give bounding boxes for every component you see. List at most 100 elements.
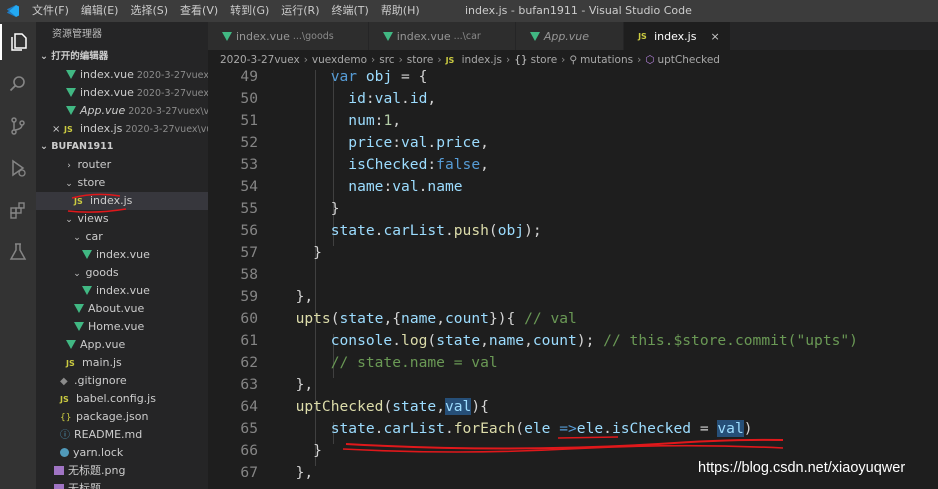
file-item[interactable]: Home.vue xyxy=(36,318,208,336)
folder-item[interactable]: › router xyxy=(36,156,208,174)
code-line[interactable]: 61 console.log(state,name,count); // thi… xyxy=(208,330,938,352)
code-line[interactable]: 56 state.carList.push(obj); xyxy=(208,220,938,242)
line-number: 49 xyxy=(240,70,258,85)
open-editor-item[interactable]: App.vue2020-3-27vuex\vu... xyxy=(36,102,208,120)
file-item[interactable]: JS main.js xyxy=(36,354,208,372)
code-token: , xyxy=(480,134,489,151)
file-item[interactable]: index.vue xyxy=(36,246,208,264)
breadcrumb-item[interactable]: mutations xyxy=(580,54,633,66)
editor-tab[interactable]: index.vue ...\car xyxy=(368,22,516,50)
file-item[interactable]: JS index.js xyxy=(36,192,208,210)
breadcrumb-item[interactable]: index.js xyxy=(462,54,502,66)
menu-item[interactable]: 选择(S) xyxy=(124,0,174,22)
open-editor-item[interactable]: index.vue2020-3-27vuex\... xyxy=(36,84,208,102)
chevron-down-icon: ⌄ xyxy=(40,51,48,62)
open-editor-item[interactable]: index.vue2020-3-27vuex\... xyxy=(36,66,208,84)
breadcrumb-item[interactable]: 2020-3-27vuex xyxy=(220,54,300,66)
code-line[interactable]: 62 // state.name = val xyxy=(208,352,938,374)
breadcrumb-item[interactable]: vuexdemo xyxy=(312,54,367,66)
explorer-icon[interactable] xyxy=(0,24,36,60)
code-text: state.carList.forEach(ele =>ele.isChecke… xyxy=(278,418,753,440)
watermark: https://blog.csdn.net/xiaoyuqwer xyxy=(698,460,906,476)
vue-file-icon xyxy=(82,250,92,259)
js-file-icon: JS xyxy=(60,395,69,404)
code-line[interactable]: 57 } xyxy=(208,242,938,264)
code-line[interactable]: 52 price:val.price, xyxy=(208,132,938,154)
source-control-icon[interactable] xyxy=(0,108,36,144)
code-line[interactable]: 55 } xyxy=(208,198,938,220)
editor-tab[interactable]: App.vue xyxy=(515,22,625,50)
menu-item[interactable]: 帮助(H) xyxy=(375,0,426,22)
code-token: isChecked xyxy=(348,156,428,173)
breadcrumb-item[interactable]: store xyxy=(531,54,558,66)
menu-item[interactable]: 文件(F) xyxy=(26,0,75,22)
editor-tab[interactable]: index.vue ...\goods xyxy=(208,22,369,50)
menu-item[interactable]: 终端(T) xyxy=(326,0,375,22)
breadcrumb-item[interactable]: src xyxy=(379,54,394,66)
breadcrumb-item[interactable]: store xyxy=(407,54,434,66)
code-line[interactable]: 54 name:val.name xyxy=(208,176,938,198)
code-editor[interactable]: 49 var obj = {50 id:val.id, 51 num:1, 52 p… xyxy=(208,70,938,489)
chevron-down-icon: ⌄ xyxy=(73,233,81,243)
file-item[interactable]: ⓘ README.md xyxy=(36,426,208,444)
close-icon[interactable]: × xyxy=(710,30,719,43)
file-item[interactable]: ◆ .gitignore xyxy=(36,372,208,390)
folder-item[interactable]: ⌄ goods xyxy=(36,264,208,282)
code-token: ( xyxy=(427,332,437,349)
open-editors-list: index.vue2020-3-27vuex\...index.vue2020-… xyxy=(36,66,208,138)
file-item[interactable]: index.vue xyxy=(36,282,208,300)
open-editors-header[interactable]: ⌄ 打开的编辑器 xyxy=(36,48,208,66)
code-token: val xyxy=(401,134,428,151)
line-number: 52 xyxy=(240,134,258,151)
code-text: price:val.price, xyxy=(278,132,489,154)
gitignore-file-icon: ◆ xyxy=(60,376,68,387)
menu-item[interactable]: 转到(G) xyxy=(224,0,275,22)
line-number: 63 xyxy=(240,376,258,393)
menu-item[interactable]: 运行(R) xyxy=(275,0,325,22)
extensions-icon[interactable] xyxy=(0,192,36,228)
breadcrumb-item[interactable]: uptChecked xyxy=(657,54,720,66)
code-line[interactable]: 49 var obj = { xyxy=(208,70,938,88)
file-item[interactable]: App.vue xyxy=(36,336,208,354)
code-line[interactable]: 64 uptChecked(state,val){ xyxy=(208,396,938,418)
menu-item[interactable]: 查看(V) xyxy=(174,0,224,22)
file-item[interactable]: {} package.json xyxy=(36,408,208,426)
code-token: : xyxy=(427,156,437,173)
editor-tab[interactable]: JS index.js × xyxy=(624,22,731,50)
file-item[interactable]: JS babel.config.js xyxy=(36,390,208,408)
close-icon[interactable]: × xyxy=(52,121,64,138)
code-token: forEach xyxy=(453,420,516,437)
code-line[interactable]: 60 upts(state,{name,count}){ // val xyxy=(208,308,938,330)
code-text: upts(state,{name,count}){ // val xyxy=(278,308,577,330)
open-editors-label: 打开的编辑器 xyxy=(51,51,109,62)
code-line[interactable]: 66 } xyxy=(208,440,938,462)
vue-file-icon xyxy=(74,322,84,331)
code-line[interactable]: 51 num:1, xyxy=(208,110,938,132)
file-item[interactable]: yarn.lock xyxy=(36,444,208,462)
chevron-right-icon: › xyxy=(67,161,71,171)
folder-item[interactable]: ⌄ car xyxy=(36,228,208,246)
test-flask-icon[interactable] xyxy=(0,234,36,270)
code-line[interactable]: 50 id:val.id, xyxy=(208,88,938,110)
code-line[interactable]: 58 xyxy=(208,264,938,286)
folder-item[interactable]: ⌄ store xyxy=(36,174,208,192)
code-token: } xyxy=(278,200,340,217)
vue-file-icon xyxy=(222,31,232,41)
search-icon[interactable] xyxy=(0,66,36,102)
file-item[interactable]: 无标题.png xyxy=(36,462,208,480)
code-line[interactable]: 65 state.carList.forEach(ele =>ele.isChe… xyxy=(208,418,938,440)
run-debug-icon[interactable] xyxy=(0,150,36,186)
activity-bar xyxy=(0,22,36,489)
code-line[interactable]: 53 isChecked:false, xyxy=(208,154,938,176)
code-token: val xyxy=(392,178,419,195)
json-file-icon: {} xyxy=(60,413,72,423)
project-header[interactable]: ⌄ BUFAN1911 xyxy=(36,138,208,156)
file-item[interactable]: 无标题 xyxy=(36,480,208,489)
file-item[interactable]: About.vue xyxy=(36,300,208,318)
folder-item[interactable]: ⌄ views xyxy=(36,210,208,228)
code-line[interactable]: 63 }, xyxy=(208,374,938,396)
chevron-down-icon: ⌄ xyxy=(40,141,48,152)
menu-item[interactable]: 编辑(E) xyxy=(75,0,125,22)
open-editor-item[interactable]: ×JS index.js2020-3-27vuex\vu... xyxy=(36,120,208,138)
code-line[interactable]: 59 }, xyxy=(208,286,938,308)
